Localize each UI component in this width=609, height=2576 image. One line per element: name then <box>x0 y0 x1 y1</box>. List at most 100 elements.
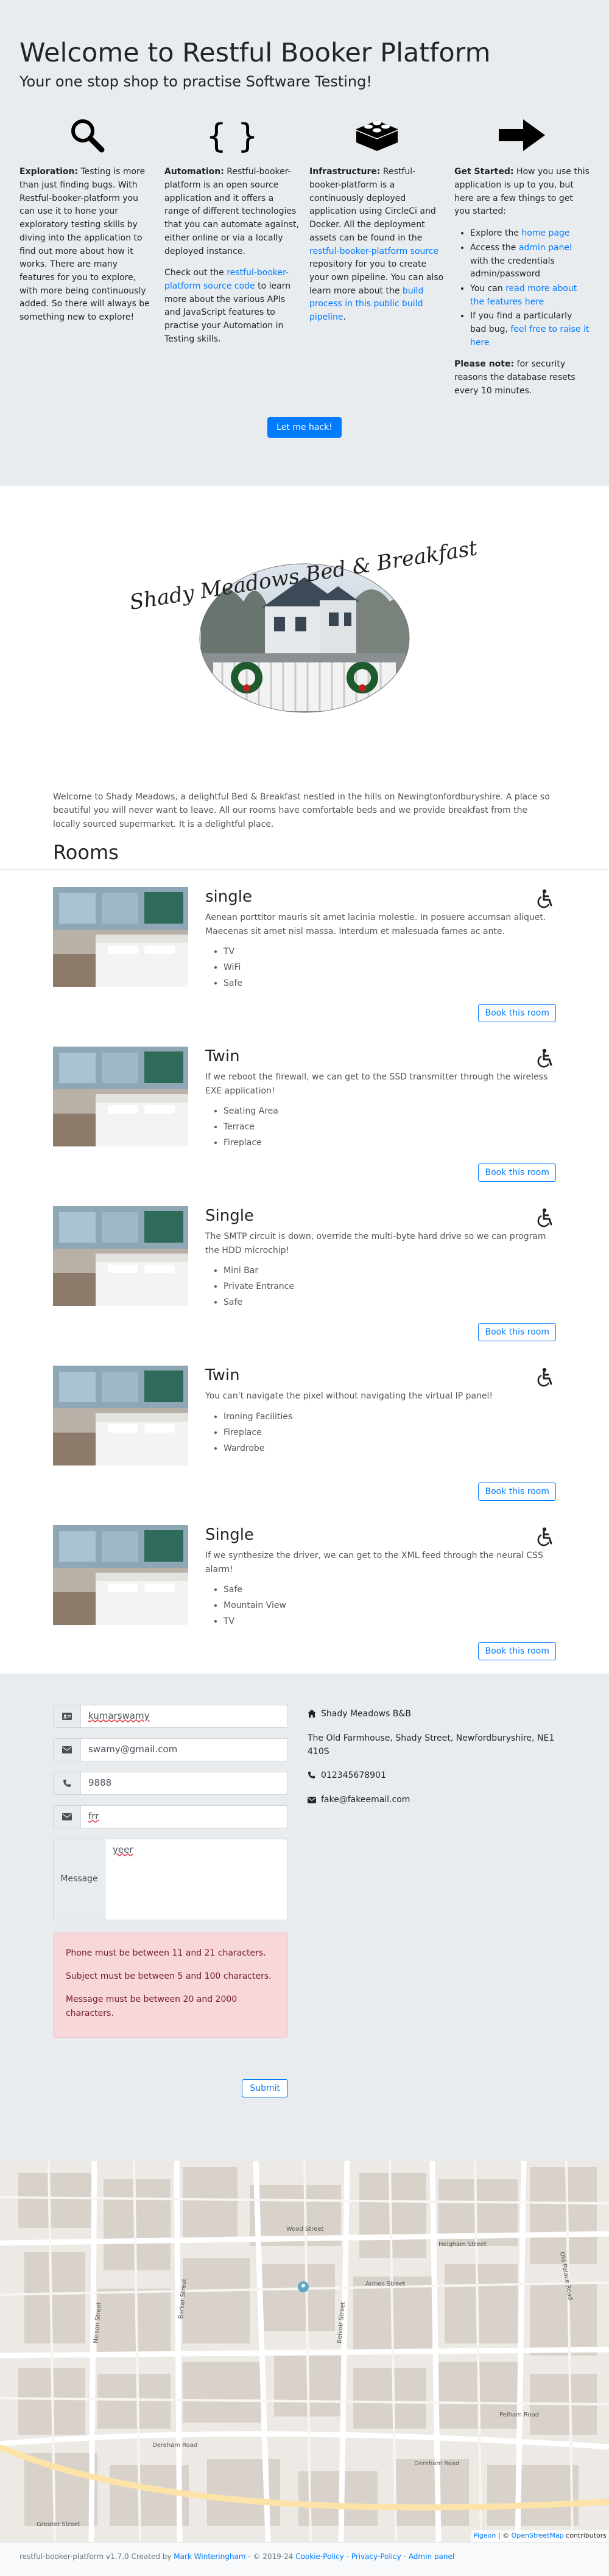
footer-text: restful-booker-platform v1.7.0 Created b… <box>19 2552 174 2561</box>
hotel-logo: Shady Meadows Bed & Breakfast <box>128 536 479 713</box>
list-item: If you find a particularly bad bug, feel… <box>470 310 590 349</box>
list-item: Explore the home page <box>470 227 590 240</box>
subject-input[interactable]: frr <box>81 1805 288 1828</box>
room-feature: Safe <box>224 1295 556 1311</box>
hotel-description: Welcome to Shady Meadows, a delightful B… <box>53 792 550 829</box>
error-message: Phone must be between 11 and 21 characte… <box>66 1948 266 1958</box>
submit-button[interactable]: Submit <box>242 2079 288 2098</box>
room-feature: Safe <box>224 976 556 992</box>
room-features: Ironing FacilitiesFireplaceWardrobe <box>205 1409 556 1457</box>
cookie-policy-link[interactable]: Cookie-Policy <box>295 2552 344 2561</box>
wheelchair-icon <box>537 889 552 908</box>
message-label: Message <box>53 1838 105 1920</box>
book-room-button[interactable]: Book this room <box>478 1482 556 1501</box>
getstarted-heading: Get Started: <box>454 167 514 177</box>
home-page-link[interactable]: home page <box>521 228 569 238</box>
osm-link[interactable]: OpenStreetMap <box>512 2532 564 2539</box>
lego-brick-icon <box>309 112 445 158</box>
room-image <box>53 1046 188 1146</box>
room-feature: Fireplace <box>224 1425 556 1441</box>
room-image <box>53 886 188 987</box>
rooms-list: single Aenean porttitor mauris sit amet … <box>0 870 609 1668</box>
room-feature: Fireplace <box>224 1135 556 1151</box>
hotel-section: Shady Meadows Bed & Breakfast Welcome to… <box>0 486 609 1668</box>
address-block: Shady Meadows B&B The Old Farmhouse, Sha… <box>308 1707 556 1818</box>
exploration-text: Testing is more than just finding bugs. … <box>19 167 150 322</box>
note-heading: Please note: <box>454 359 515 370</box>
let-me-hack-button[interactable]: Let me hack! <box>267 417 342 438</box>
room-type: Single <box>205 1525 254 1544</box>
subject-group: frr <box>53 1805 288 1828</box>
room-card: Single If we synthesize the driver, we c… <box>53 1508 556 1668</box>
room-feature: TV <box>224 1614 556 1630</box>
automation-text: Restful-booker-platform is an open sourc… <box>164 167 299 256</box>
envelope-icon <box>53 1738 81 1761</box>
hero-subtitle: Your one stop shop to practise Software … <box>19 72 372 90</box>
room-feature: Ironing Facilities <box>224 1409 556 1425</box>
room-description: You can't navigate the pixel without nav… <box>205 1391 493 1402</box>
admin-panel-link[interactable]: admin panel <box>519 243 572 253</box>
phone-input[interactable]: 9888 <box>81 1771 288 1795</box>
message-textarea[interactable]: yeer <box>105 1838 288 1920</box>
room-feature: Safe <box>224 1582 556 1598</box>
location-map[interactable]: Wood Street Dereham Road Nelson Street A… <box>0 2160 609 2542</box>
contact-section: kumarswamy swamy@gmail.com 9888 frr Mess… <box>0 1673 609 2161</box>
list-item: Access the admin panel with the credenti… <box>470 242 590 281</box>
room-card: single Aenean porttitor mauris sit amet … <box>53 870 556 1030</box>
feature-exploration: Exploration: Testing is more than just f… <box>19 112 155 406</box>
id-card-icon <box>53 1704 81 1728</box>
wheelchair-icon <box>537 1048 552 1067</box>
room-description: If we synthesize the driver, we can get … <box>205 1551 543 1574</box>
phone-group: 9888 <box>53 1771 288 1795</box>
error-message: Subject must be between 5 and 100 charac… <box>66 1971 272 1981</box>
book-room-button[interactable]: Book this room <box>478 1641 556 1660</box>
feature-columns: Exploration: Testing is more than just f… <box>19 112 590 406</box>
book-room-button[interactable]: Book this room <box>478 1322 556 1341</box>
phone-icon <box>308 1770 317 1783</box>
infrastructure-text: Restful-booker-platform is a continuousl… <box>309 167 436 243</box>
validation-alert: Phone must be between 11 and 21 characte… <box>53 1932 288 2038</box>
error-message: Message must be between 20 and 2000 char… <box>66 1995 238 2018</box>
map-tiles: Wood Street Dereham Road Nelson Street A… <box>0 2160 609 2542</box>
room-feature: Seating Area <box>224 1104 556 1120</box>
repo-source-link[interactable]: restful-booker-platform source <box>309 247 438 256</box>
envelope-icon <box>308 1794 317 1808</box>
magnifying-glass-icon <box>19 112 155 158</box>
automation-p2-text: Check out the <box>164 268 227 278</box>
contact-form: kumarswamy swamy@gmail.com 9888 frr Mess… <box>53 1704 288 2098</box>
arrow-right-icon <box>454 112 590 158</box>
street-label: Wood Street <box>286 2226 324 2233</box>
street-label: Dereham Road <box>152 2442 197 2449</box>
room-body: single Aenean porttitor mauris sit amet … <box>205 887 556 992</box>
street-label: Heigham Street <box>438 2241 487 2248</box>
book-room-button[interactable]: Book this room <box>478 1003 556 1022</box>
home-icon <box>308 1708 317 1722</box>
infrastructure-text-3: . <box>343 312 346 322</box>
room-card: Single The SMTP circuit is down, overrid… <box>53 1189 556 1349</box>
leaflet-link[interactable]: Pigeon <box>473 2532 496 2539</box>
feature-automation: { } Automation: Restful-booker-platform … <box>164 112 300 406</box>
map-attribution: Pigeon | © OpenStreetMap contributors <box>471 2530 609 2542</box>
address-line: The Old Farmhouse, Shady Street, Newford… <box>308 1733 555 1757</box>
room-feature: Mini Bar <box>224 1263 556 1279</box>
room-image <box>53 1206 188 1306</box>
admin-panel-link[interactable]: Admin panel <box>409 2552 454 2561</box>
room-features: TVWiFiSafe <box>205 944 556 992</box>
hero-jumbotron: Welcome to Restful Booker Platform Your … <box>0 0 609 486</box>
room-body: Twin If we reboot the firewall, we can g… <box>205 1047 556 1151</box>
room-feature: Private Entrance <box>224 1279 556 1295</box>
name-input[interactable]: kumarswamy <box>81 1704 288 1728</box>
phone-icon <box>53 1771 81 1795</box>
room-description: The SMTP circuit is down, override the m… <box>205 1232 546 1255</box>
author-link[interactable]: Mark Winteringham <box>174 2552 245 2561</box>
book-room-button[interactable]: Book this room <box>478 1163 556 1182</box>
privacy-policy-link[interactable]: Privacy-Policy <box>351 2552 401 2561</box>
room-features: Mini BarPrivate EntranceSafe <box>205 1263 556 1311</box>
room-feature: Wardrobe <box>224 1441 556 1457</box>
room-body: Single If we synthesize the driver, we c… <box>205 1525 556 1630</box>
email-input[interactable]: swamy@gmail.com <box>81 1738 288 1761</box>
room-card: Twin If we reboot the firewall, we can g… <box>53 1030 556 1189</box>
room-features: SafeMountain ViewTV <box>205 1582 556 1630</box>
map-marker-icon <box>298 2281 309 2292</box>
room-body: Twin You can't navigate the pixel withou… <box>205 1366 556 1457</box>
